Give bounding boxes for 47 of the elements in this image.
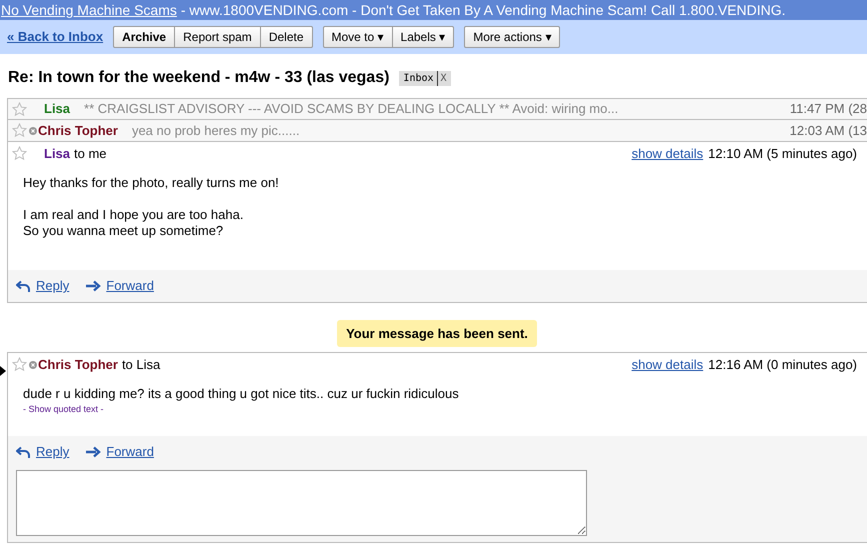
star-icon[interactable] [12, 102, 27, 116]
sender-name: Lisa [43, 144, 70, 163]
collapsed-message-row[interactable]: Lisa ** CRAIGSLIST ADVISORY --- AVOID SCAMS BY DEALING LOCALLY ** Avoid: wiring mo... 11:47 PM (28 [7, 98, 867, 120]
reply-text-area[interactable] [16, 470, 587, 536]
subject-title: Re: In town for the weekend - m4w - 33 (las vegas) [8, 68, 390, 88]
message-body-line: Hey thanks for the photo, really turns me on! [23, 175, 280, 191]
forward-link[interactable]: Forward [86, 442, 154, 462]
message-time: 12:03 AM (13 [790, 122, 867, 140]
forward-arrow-icon [86, 446, 102, 458]
toolbar-button[interactable]: Delete [260, 26, 312, 48]
collapsed-message-row[interactable]: Chris Topher yea no prob heres my pic...... 12:03 AM (13 [7, 120, 867, 142]
toolbar-button[interactable]: Labels ▾ [392, 26, 454, 48]
star-icon[interactable] [12, 146, 27, 161]
remove-label-button[interactable]: X [440, 70, 447, 86]
message-body-line: I am real and I hope you are too haha. [23, 207, 244, 223]
show-details-link[interactable]: show details [632, 354, 704, 374]
forward-link[interactable]: Forward [86, 276, 154, 296]
show-details-link[interactable]: show details [632, 144, 704, 164]
reply-arrow-icon [16, 446, 31, 458]
forward-arrow-icon [86, 280, 102, 292]
show-quoted-text-link[interactable]: - Show quoted text - [23, 403, 867, 416]
toolbar-button[interactable]: Archive [113, 26, 176, 48]
message-body-line: So you wanna meet up sometime? [23, 223, 224, 239]
recipient-text: to Lisa [122, 356, 162, 374]
sender-name: Chris Topher [38, 122, 118, 140]
reply-arrow-icon [16, 280, 31, 292]
message-time: 12:16 AM (0 minutes ago) [708, 356, 857, 374]
sender-name: Lisa [43, 100, 70, 118]
sent-notification: Your message has been sent. [337, 320, 537, 347]
recipient-text: to me [74, 144, 108, 163]
message-time: 12:10 AM (5 minutes ago) [708, 144, 857, 163]
toolbar-button[interactable]: Move to ▾ [322, 26, 393, 48]
message-body-line: dude r u kidding me? its a good thing u got nice tits.. cuz ur fuckin ridiculous [23, 386, 460, 402]
reply-link[interactable]: Reply [16, 276, 70, 296]
reply-link[interactable]: Reply [16, 442, 70, 462]
label-name: Inbox [403, 70, 438, 86]
toolbar-button[interactable]: More actions ▾ [464, 26, 560, 48]
message-snippet: yea no prob heres my pic...... [132, 122, 301, 140]
star-icon[interactable] [12, 123, 27, 138]
message-snippet: ** CRAIGSLIST ADVISORY --- AVOID SCAMS BY DEALING LOCALLY ** Avoid: wiring mo... [84, 100, 620, 118]
message-time: 11:47 PM (28 [790, 100, 867, 118]
star-icon[interactable] [12, 357, 27, 372]
back-to-inbox-link[interactable]: « Back to Inbox [7, 27, 104, 47]
ad-link[interactable]: No Vending Machine Scams [1, 0, 177, 20]
sender-name: Chris Topher [38, 356, 118, 374]
ad-text: - www.1800VENDING.com - Don't Get Taken By A Vending Machine Scam! Call 1.800.VENDING. [180, 0, 786, 20]
toolbar-button[interactable]: Report spam [175, 26, 261, 48]
